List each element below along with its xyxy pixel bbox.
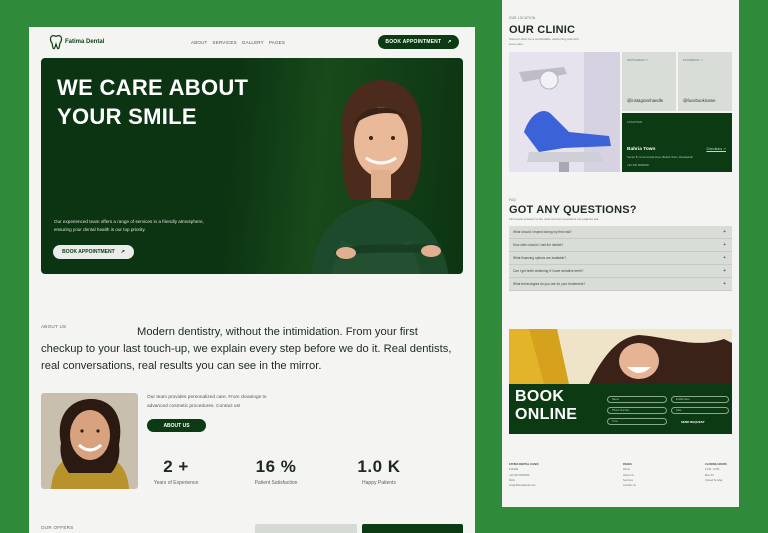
dental-chair-image — [509, 52, 620, 172]
location-address: Sector B, Commercial Area, Bahria Town, … — [627, 155, 693, 159]
booking-title-line-2: ONLINE — [515, 406, 578, 423]
nav-link-services[interactable]: SERVICES — [213, 40, 237, 45]
footer-item[interactable]: info@fatimadental.com — [509, 483, 539, 488]
faq-question: What technologies do you use for your tr… — [513, 282, 586, 286]
nav-link-about[interactable]: ABOUT — [191, 40, 208, 45]
footer-col-contact: FATIMA DENTAL CLINIC PHONE +92 300 00000… — [509, 462, 539, 488]
brand-name: Fatima Dental — [65, 39, 105, 45]
plus-icon: + — [723, 268, 726, 274]
plus-icon: + — [723, 281, 726, 287]
about-tag: ABOUT US — [41, 324, 67, 329]
landing-page-right: OUR LOCATION OUR CLINIC Visit our clinic… — [502, 0, 739, 507]
offers-tag: OUR OFFERS — [41, 525, 74, 530]
hero-title-line-2: YOUR SMILE — [57, 104, 197, 129]
footer-item: Closed Sunday — [705, 478, 723, 482]
instagram-label: INSTAGRAM ↗ — [627, 58, 648, 62]
directions-link[interactable]: Directions ↗ — [707, 147, 726, 151]
instagram-card[interactable]: INSTAGRAM ↗ @instagramhandle — [622, 52, 676, 111]
hero-book-label: BOOK APPOINTMENT — [62, 249, 115, 255]
nav-link-gallery[interactable]: GALLERY — [242, 40, 264, 45]
location-phone: +92 300 0000000 — [627, 163, 649, 167]
footer-col-hours: CLOSING HOURS 9 AM - 6 PM Mon-Fri Closed… — [705, 462, 727, 483]
top-nav: Fatima Dental ABOUT SERVICES GALLERY PAG… — [29, 27, 475, 58]
stat-experience: 2 + Years of Experience — [145, 457, 207, 486]
hero-title: WE CARE ABOUT YOUR SMILE — [57, 73, 248, 131]
location-card: LOCATION Bahria Town Directions ↗ Sector… — [622, 113, 732, 172]
faq-question: How often should I visit the dentist? — [513, 243, 564, 247]
booking-form-panel: BOOK ONLINE Name E-Mail Here Phone Numbe… — [509, 384, 732, 434]
hero-book-appointment-button[interactable]: BOOK APPOINTMENT ↗ — [53, 245, 134, 259]
booking-title: BOOK ONLINE — [515, 388, 577, 424]
time-field[interactable]: Time — [607, 418, 667, 425]
faq-list: What should I expect during my first vis… — [509, 226, 732, 291]
faq-item[interactable]: Can I get teeth whitening if I have sens… — [509, 265, 732, 278]
offers-card-dark[interactable] — [362, 524, 463, 533]
about-portrait-image — [41, 393, 138, 489]
plus-icon: + — [723, 242, 726, 248]
stat-satisfaction: 16 % Patient Satisfaction — [241, 457, 311, 486]
facebook-handle: @facebookname — [683, 98, 716, 103]
plus-icon: + — [723, 255, 726, 261]
plus-icon: + — [723, 229, 726, 235]
book-appointment-button[interactable]: BOOK APPOINTMENT ↗ — [378, 35, 459, 49]
faq-subtitle: Find quick answers to the most common qu… — [509, 217, 600, 221]
faq-item[interactable]: How often should I visit the dentist? + — [509, 239, 732, 252]
faq-item[interactable]: What should I expect during my first vis… — [509, 226, 732, 239]
name-field[interactable]: Name — [607, 396, 667, 403]
instagram-handle: @instagramhandle — [627, 98, 664, 103]
landing-page-left: Fatima Dental ABOUT SERVICES GALLERY PAG… — [29, 27, 475, 533]
faq-item[interactable]: What financing options are available? + — [509, 252, 732, 265]
stat-value: 2 + — [163, 457, 189, 476]
about-statement: Modern dentistry, without the intimidati… — [41, 326, 452, 372]
about-us-button[interactable]: ABOUT US — [147, 419, 206, 432]
stat-value: 1.0 K — [357, 457, 401, 476]
faq-title: GOT ANY QUESTIONS? — [509, 204, 637, 216]
hero-description: Our experienced team offers a range of s… — [54, 219, 204, 232]
about-description: Our team provides personalized care. Fro… — [147, 395, 267, 409]
stat-value: 16 % — [255, 457, 297, 476]
stat-label: Years of Experience — [153, 480, 199, 486]
stat-label: Happy Patients — [362, 480, 396, 486]
hero-title-line-1: WE CARE ABOUT — [57, 75, 249, 100]
email-field[interactable]: E-Mail Here — [671, 396, 729, 403]
arrow-up-right-icon: ↗ — [120, 249, 125, 255]
date-field[interactable]: Date — [671, 407, 729, 414]
faq-tag: FAQ — [509, 198, 516, 202]
faq-question: What should I expect during my first vis… — [513, 230, 572, 234]
hero-banner: WE CARE ABOUT YOUR SMILE Our experienced… — [41, 58, 463, 274]
tooth-icon — [49, 34, 63, 50]
send-request-button[interactable]: SEND REQUEST — [681, 420, 705, 424]
booking-banner-image — [509, 329, 732, 384]
clinic-tag: OUR LOCATION — [509, 16, 536, 20]
clinic-title: OUR CLINIC — [509, 24, 576, 36]
hero-portrait-image — [311, 80, 449, 274]
offers-card-light[interactable] — [255, 524, 357, 533]
footer-link[interactable]: Contact Us — [623, 483, 636, 488]
nav-links: ABOUT SERVICES GALLERY PAGES — [191, 40, 285, 45]
brand-logo[interactable]: Fatima Dental — [49, 34, 104, 50]
booking-title-line-1: BOOK — [515, 388, 565, 405]
faq-item[interactable]: What technologies do you use for your tr… — [509, 278, 732, 291]
clinic-subtitle: Visit our clinic for a comfortable, welc… — [509, 37, 579, 46]
faq-question: What financing options are available? — [513, 256, 566, 260]
stat-label: Patient Satisfaction — [254, 480, 298, 486]
arrow-up-right-icon: ↗ — [447, 39, 452, 45]
facebook-label: FACEBOOK ↗ — [683, 58, 703, 62]
stat-patients: 1.0 K Happy Patients — [344, 457, 414, 486]
footer-col-pages: PAGES Home About Us Services Contact Us — [623, 462, 636, 488]
nav-link-pages[interactable]: PAGES — [269, 40, 285, 45]
facebook-card[interactable]: FACEBOOK ↗ @facebookname — [678, 52, 732, 111]
book-appointment-label: BOOK APPOINTMENT — [385, 39, 442, 45]
location-label: LOCATION — [627, 120, 643, 124]
location-place: Bahria Town — [627, 147, 656, 152]
phone-field[interactable]: Phone Number — [607, 407, 667, 414]
faq-question: Can I get teeth whitening if I have sens… — [513, 269, 584, 273]
